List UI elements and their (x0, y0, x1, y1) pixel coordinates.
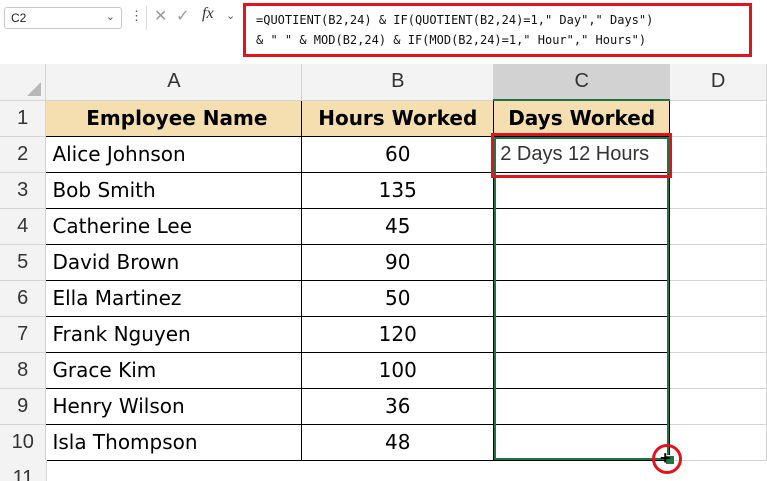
cell-employee-name[interactable]: Bob Smith (45, 171, 303, 209)
header-employee-name[interactable]: Employee Name (45, 99, 303, 137)
row-header[interactable]: 1 (0, 100, 47, 137)
cell-d[interactable] (669, 388, 767, 425)
cell-hours-worked[interactable]: 90 (301, 243, 495, 281)
row-header[interactable]: 9 (0, 388, 47, 425)
column-header-c[interactable]: C (493, 64, 671, 101)
cell-hours-worked[interactable]: 60 (301, 135, 495, 173)
row-header[interactable]: 6 (0, 280, 47, 317)
row-header[interactable]: 7 (0, 316, 47, 353)
row-header[interactable]: 10 (0, 424, 47, 461)
column-header-d[interactable]: D (669, 64, 767, 101)
cell-employee-name[interactable]: Henry Wilson (45, 387, 303, 425)
cell-employee-name[interactable]: David Brown (45, 243, 303, 281)
cell-d[interactable] (669, 316, 767, 353)
cell-d[interactable] (669, 136, 767, 173)
expand-formula-icon[interactable]: ⌄ (226, 9, 235, 22)
row-header[interactable]: 5 (0, 244, 47, 281)
column-header-a[interactable]: A (45, 64, 303, 101)
cell-d[interactable] (669, 244, 767, 281)
cell-employee-name[interactable]: Ella Martinez (45, 279, 303, 317)
cancel-icon[interactable]: ✕ (154, 6, 167, 26)
select-all-icon (27, 81, 42, 96)
cell-hours-worked[interactable]: 135 (301, 171, 495, 209)
formula-line-2: & " " & MOD(B2,24) & IF(MOD(B2,24)=1," H… (256, 33, 647, 47)
cell-d[interactable] (669, 172, 767, 209)
cell-employee-name[interactable]: Isla Thompson (45, 423, 303, 461)
name-box-value: C2 (11, 11, 27, 25)
insert-function-icon[interactable]: fx (202, 5, 214, 23)
cell-d[interactable] (669, 280, 767, 317)
cell-hours-worked[interactable]: 50 (301, 279, 495, 317)
cell-employee-name[interactable]: Grace Kim (45, 351, 303, 389)
cell-d[interactable] (669, 208, 767, 245)
header-hours-worked[interactable]: Hours Worked (301, 99, 495, 137)
column-header-b[interactable]: B (301, 64, 495, 101)
row-header[interactable]: 3 (0, 172, 47, 209)
row-header[interactable]: 8 (0, 352, 47, 389)
cell-hours-worked[interactable]: 45 (301, 207, 495, 245)
header-days-worked[interactable]: Days Worked (493, 99, 671, 137)
cell-hours-worked[interactable]: 100 (301, 351, 495, 389)
cell-hours-worked[interactable]: 36 (301, 387, 495, 425)
cell-employee-name[interactable]: Alice Johnson (45, 135, 303, 173)
cell-hours-worked[interactable]: 120 (301, 315, 495, 353)
cell-employee-name[interactable]: Frank Nguyen (45, 315, 303, 353)
cell-hours-worked[interactable]: 48 (301, 423, 495, 461)
formula-bar-divider (146, 6, 147, 30)
cell-d[interactable] (669, 424, 767, 461)
name-box[interactable]: C2 ⌄ (4, 7, 122, 29)
formula-line-1: =QUOTIENT(B2,24) & IF(QUOTIENT(B2,24)=1,… (256, 13, 654, 27)
row-header[interactable]: 2 (0, 136, 47, 173)
cell-d1[interactable] (669, 100, 767, 137)
row-header-11[interactable]: 11 (0, 460, 47, 481)
crosshair-cursor-icon: + (660, 448, 671, 468)
select-all-corner[interactable] (0, 64, 47, 101)
formula-bar: C2 ⌄ ⋮ ✕ ✓ fx ⌄ =QUOTIENT(B2,24) & IF(QU… (0, 0, 767, 64)
highlighted-cell-outline (491, 133, 672, 178)
confirm-icon[interactable]: ✓ (176, 6, 189, 26)
cell-employee-name[interactable]: Catherine Lee (45, 207, 303, 245)
chevron-down-icon[interactable]: ⌄ (106, 10, 115, 23)
selected-range (494, 137, 669, 460)
formula-input[interactable]: =QUOTIENT(B2,24) & IF(QUOTIENT(B2,24)=1,… (243, 3, 752, 57)
more-options-icon[interactable]: ⋮ (130, 8, 143, 24)
row-header[interactable]: 4 (0, 208, 47, 245)
cell-d[interactable] (669, 352, 767, 389)
